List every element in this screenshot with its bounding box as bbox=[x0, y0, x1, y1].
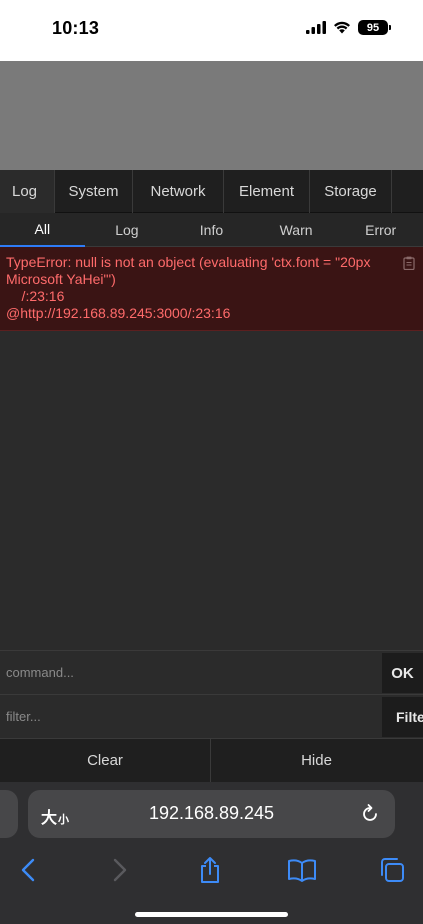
status-bar: 10:13 95 bbox=[0, 0, 423, 61]
command-row: OK bbox=[0, 650, 423, 694]
wifi-icon bbox=[334, 21, 350, 34]
filter-button[interactable]: Filter bbox=[382, 697, 423, 737]
bookmarks-icon bbox=[288, 859, 316, 882]
subtab-log[interactable]: Log bbox=[85, 213, 170, 247]
filter-input[interactable] bbox=[0, 695, 382, 738]
web-page-background bbox=[0, 61, 423, 170]
battery-cap bbox=[389, 25, 391, 30]
tab-system[interactable]: System bbox=[55, 170, 133, 213]
ok-button[interactable]: OK bbox=[382, 653, 423, 693]
status-icons: 95 bbox=[306, 20, 391, 35]
filter-row: Filter bbox=[0, 694, 423, 738]
subtab-warn[interactable]: Warn bbox=[254, 213, 339, 247]
copy-icon[interactable] bbox=[403, 256, 415, 270]
subtab-error[interactable]: Error bbox=[338, 213, 423, 247]
share-icon bbox=[201, 857, 219, 883]
forward-button[interactable] bbox=[100, 850, 140, 890]
bookmarks-button[interactable] bbox=[282, 850, 322, 890]
back-button[interactable] bbox=[8, 850, 48, 890]
address-bar[interactable]: 大小 192.168.89.245 bbox=[28, 790, 395, 838]
error-message-line-1: TypeError: null is not an object (evalua… bbox=[6, 254, 371, 270]
battery-level: 95 bbox=[358, 20, 388, 35]
tab-storage[interactable]: Storage bbox=[310, 170, 392, 213]
previous-tab-preview[interactable] bbox=[0, 790, 18, 838]
console-panel: Log System Network Element Storage All L… bbox=[0, 170, 423, 782]
console-bottom-bar: Clear Hide bbox=[0, 738, 423, 782]
tabs-button[interactable] bbox=[372, 850, 412, 890]
share-button[interactable] bbox=[190, 850, 230, 890]
tab-log[interactable]: Log bbox=[0, 170, 55, 213]
command-input[interactable] bbox=[0, 651, 382, 694]
console-main-tabs: Log System Network Element Storage bbox=[0, 170, 423, 213]
log-list: TypeError: null is not an object (evalua… bbox=[0, 247, 423, 650]
tab-element[interactable]: Element bbox=[224, 170, 310, 213]
url-text[interactable]: 192.168.89.245 bbox=[28, 803, 395, 824]
hide-button[interactable]: Hide bbox=[211, 739, 422, 782]
tab-network[interactable]: Network bbox=[133, 170, 224, 213]
safari-toolbar: 大小 192.168.89.245 bbox=[0, 782, 423, 924]
status-time: 10:13 bbox=[52, 18, 100, 38]
battery-indicator: 95 bbox=[358, 20, 391, 35]
log-level-tabs: All Log Info Warn Error bbox=[0, 213, 423, 247]
subtab-all[interactable]: All bbox=[0, 213, 85, 247]
home-indicator bbox=[135, 912, 288, 917]
subtab-info[interactable]: Info bbox=[169, 213, 254, 247]
error-log-item: TypeError: null is not an object (evalua… bbox=[0, 247, 423, 331]
tabs-icon bbox=[381, 858, 404, 882]
reload-icon[interactable] bbox=[359, 803, 381, 825]
error-message-line-2: Microsoft YaHei"') bbox=[6, 271, 116, 287]
signal-icon bbox=[306, 21, 326, 34]
back-icon bbox=[21, 858, 35, 882]
clear-button[interactable]: Clear bbox=[0, 739, 211, 782]
error-stack-line-2: @http://192.168.89.245:3000/:23:16 bbox=[6, 305, 231, 321]
safari-nav-row bbox=[0, 850, 423, 890]
error-stack-line-1: /:23:16 bbox=[6, 288, 65, 304]
forward-icon bbox=[113, 858, 127, 882]
